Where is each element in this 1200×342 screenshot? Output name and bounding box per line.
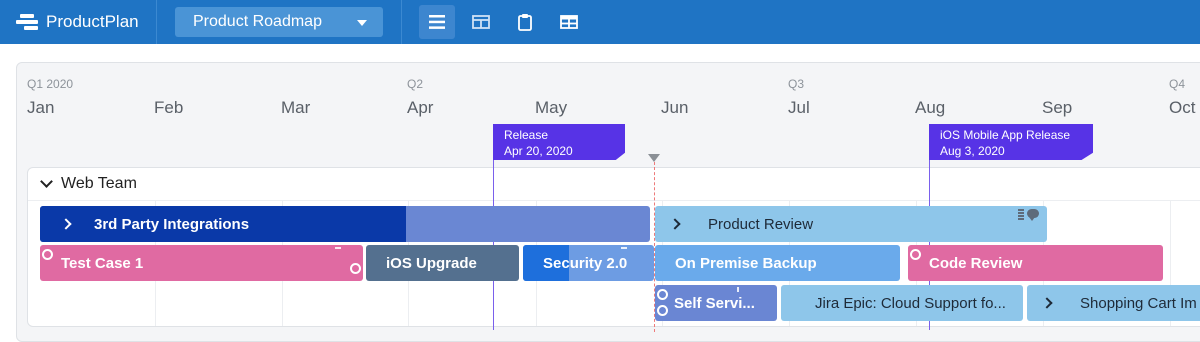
resize-handle-icon xyxy=(335,247,341,249)
milestone-flag[interactable]: iOS Mobile App Release Aug 3, 2020 xyxy=(929,124,1093,160)
chevron-right-icon xyxy=(1041,297,1053,309)
month-label: Sep xyxy=(1042,98,1073,117)
chevron-down-icon xyxy=(357,20,367,26)
expand-button[interactable] xyxy=(1027,285,1067,321)
chevron-right-icon xyxy=(669,218,681,230)
top-bar: ProductPlan Product Roadmap xyxy=(0,0,1200,44)
brand[interactable]: ProductPlan xyxy=(16,0,139,44)
today-marker-icon xyxy=(648,154,660,162)
divider xyxy=(401,0,402,44)
bar-label: 3rd Party Integrations xyxy=(94,215,250,233)
end-dependency-icon[interactable] xyxy=(657,305,668,316)
lane-title: Web Team xyxy=(61,175,137,192)
month-label: Jul xyxy=(788,98,810,117)
expand-button[interactable] xyxy=(46,206,86,242)
notes-icon xyxy=(737,287,739,292)
bar-label: On Premise Backup xyxy=(675,254,817,272)
month-label: May xyxy=(535,98,568,117)
roadmap-bar[interactable]: Jira Epic: Cloud Support fo... xyxy=(781,285,1023,321)
bar-label: Security 2.0 xyxy=(543,254,628,272)
table-view-button[interactable] xyxy=(463,5,499,39)
month-label: Oct xyxy=(1169,98,1196,117)
milestone-title: Release xyxy=(504,128,549,142)
milestone-flag[interactable]: Release Apr 20, 2020 xyxy=(493,124,625,160)
bar-label: Code Review xyxy=(929,254,1023,272)
roadmap-bar[interactable]: Code Review xyxy=(908,245,1163,281)
bar-label: Shopping Cart Im xyxy=(1080,294,1197,312)
start-dependency-icon[interactable] xyxy=(910,249,921,260)
bar-label: iOS Upgrade xyxy=(386,254,477,272)
grid-line xyxy=(28,200,1200,201)
quarter-label: Q2 xyxy=(407,77,424,91)
start-dependency-icon[interactable] xyxy=(42,249,53,260)
bar-label: Self Servi... xyxy=(674,294,755,312)
table-view-icon xyxy=(472,15,490,29)
roadmap-bar[interactable]: Test Case 1 xyxy=(40,245,363,281)
roadmap-selector-label: Product Roadmap xyxy=(193,13,322,30)
clipboard-view-icon xyxy=(518,14,532,31)
bar-label: Jira Epic: Cloud Support fo... xyxy=(815,294,1006,312)
comment-icon xyxy=(1027,209,1039,221)
end-dependency-icon[interactable] xyxy=(350,263,361,274)
clipboard-view-button[interactable] xyxy=(507,5,543,39)
expand-button[interactable] xyxy=(655,206,695,242)
month-label: Aug xyxy=(915,98,946,117)
milestone-date: Aug 3, 2020 xyxy=(940,144,1005,158)
quarter-label: Q3 xyxy=(788,77,805,91)
roadmap-bar[interactable]: On Premise Backup xyxy=(655,245,900,281)
brand-name: ProductPlan xyxy=(46,12,139,31)
notes-icon xyxy=(1018,209,1024,221)
month-label: Feb xyxy=(154,98,184,117)
productplan-logo-icon xyxy=(16,13,38,31)
roadmap-bar[interactable]: 3rd Party Integrations xyxy=(40,206,650,242)
start-dependency-icon[interactable] xyxy=(657,289,668,300)
timeline-view-icon xyxy=(429,15,445,29)
chevron-right-icon xyxy=(60,218,72,230)
resize-handle-icon xyxy=(621,247,627,249)
chevron-down-icon xyxy=(40,175,53,188)
bar-indicators xyxy=(1018,209,1039,221)
today-line xyxy=(654,162,655,332)
divider xyxy=(156,0,157,44)
roadmap-bar[interactable]: Shopping Cart Im xyxy=(1027,285,1200,321)
roadmap-bar[interactable]: iOS Upgrade xyxy=(366,245,519,281)
quarter-label: Q1 2020 xyxy=(27,77,74,91)
roadmap-bar[interactable]: Product Review xyxy=(655,206,1047,242)
roadmap-bar[interactable]: Self Servi... xyxy=(655,285,777,321)
roadmap-bar[interactable]: Security 2.0 xyxy=(523,245,654,281)
bar-label: Product Review xyxy=(708,215,814,233)
bar-label: Test Case 1 xyxy=(61,254,144,272)
lane-header[interactable]: Web Team xyxy=(38,175,137,193)
milestone-title: iOS Mobile App Release xyxy=(940,128,1071,142)
month-label: Mar xyxy=(281,98,311,117)
grid-view-icon xyxy=(560,15,578,29)
quarter-label: Q4 xyxy=(1169,77,1186,91)
roadmap-selector[interactable]: Product Roadmap xyxy=(175,7,383,37)
timeline-view-button[interactable] xyxy=(419,5,455,39)
month-label: Jun xyxy=(661,98,689,117)
month-label: Apr xyxy=(407,98,434,117)
grid-view-button[interactable] xyxy=(551,5,587,39)
milestone-date: Apr 20, 2020 xyxy=(504,144,573,158)
month-label: Jan xyxy=(27,98,55,117)
